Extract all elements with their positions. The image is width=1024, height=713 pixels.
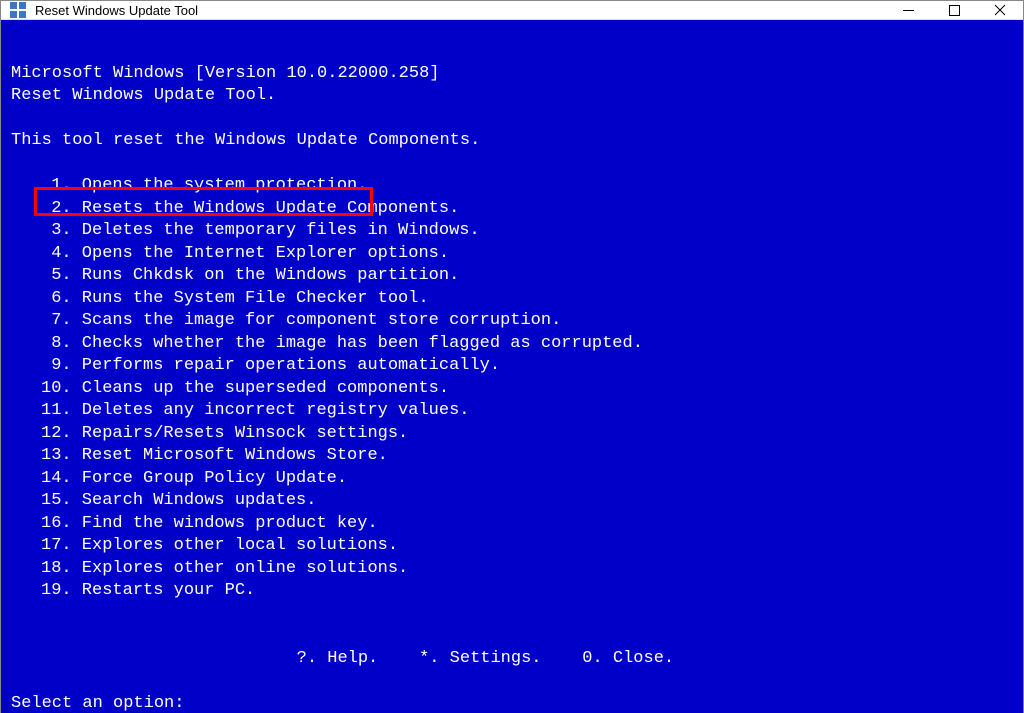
menu-item-9: 9. Performs repair operations automatica… [41, 356, 500, 375]
app-icon [9, 1, 27, 19]
menu-item-4: 4. Opens the Internet Explorer options. [41, 244, 449, 263]
close-button[interactable] [977, 1, 1023, 19]
menu-list: 1. Opens the system protection. 2. Reset… [11, 175, 1013, 603]
menu-item-15: 15. Search Windows updates. [41, 491, 316, 510]
menu-item-17: 17. Explores other local solutions. [41, 536, 398, 555]
footer-options: ?. Help. *. Settings. 0. Close. [11, 649, 674, 668]
menu-item-2: 2. Resets the Windows Update Components. [41, 199, 459, 218]
menu-item-1: 1. Opens the system protection. [41, 176, 367, 195]
app-window: Reset Windows Update Tool Microsoft Wind… [0, 0, 1024, 713]
menu-item-6: 6. Runs the System File Checker tool. [41, 289, 429, 308]
header-toolname: Reset Windows Update Tool. [11, 86, 276, 105]
header-description: This tool reset the Windows Update Compo… [11, 131, 480, 150]
window-controls [885, 1, 1023, 19]
menu-item-13: 13. Reset Microsoft Windows Store. [41, 446, 388, 465]
maximize-button[interactable] [931, 1, 977, 19]
menu-item-18: 18. Explores other online solutions. [41, 559, 408, 578]
menu-item-3: 3. Deletes the temporary files in Window… [41, 221, 480, 240]
menu-item-14: 14. Force Group Policy Update. [41, 469, 347, 488]
menu-item-10: 10. Cleans up the superseded components. [41, 379, 449, 398]
menu-item-19: 19. Restarts your PC. [41, 581, 255, 600]
menu-item-8: 8. Checks whether the image has been fla… [41, 334, 643, 353]
input-prompt: Select an option: [11, 694, 195, 713]
menu-item-16: 16. Find the windows product key. [41, 514, 378, 533]
menu-item-12: 12. Repairs/Resets Winsock settings. [41, 424, 408, 443]
menu-item-5: 5. Runs Chkdsk on the Windows partition. [41, 266, 459, 285]
menu-item-11: 11. Deletes any incorrect registry value… [41, 401, 469, 420]
header-version: Microsoft Windows [Version 10.0.22000.25… [11, 64, 439, 83]
minimize-button[interactable] [885, 1, 931, 19]
menu-item-7: 7. Scans the image for component store c… [41, 311, 561, 330]
titlebar: Reset Windows Update Tool [1, 1, 1023, 20]
console-area[interactable]: Microsoft Windows [Version 10.0.22000.25… [1, 20, 1023, 713]
window-title: Reset Windows Update Tool [35, 3, 885, 18]
